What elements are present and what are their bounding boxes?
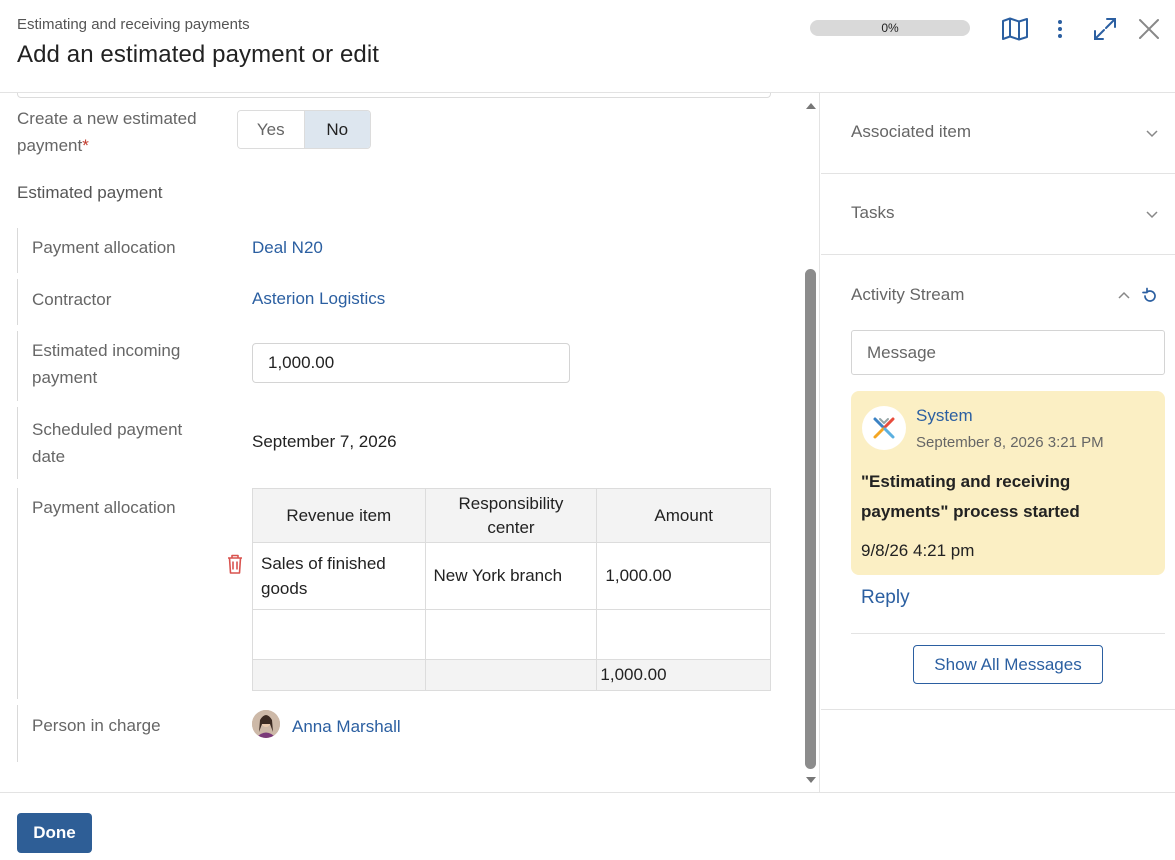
scheduled-date-label: Scheduled payment date [32, 416, 182, 470]
activity-stream-label: Activity Stream [851, 285, 965, 304]
table-row[interactable]: Sales of finished goods New York branch … [252, 542, 771, 610]
scheduled-label-line2: date [32, 447, 66, 466]
form-panel: Create a new estimated payment* Yes No E… [0, 93, 820, 793]
field-bar [17, 407, 18, 479]
column-header-amount: Amount [596, 488, 771, 543]
empty-cell[interactable] [596, 609, 771, 660]
total-empty-cell [252, 659, 426, 691]
person-in-charge-label: Person in charge [32, 716, 161, 735]
map-icon[interactable] [1000, 14, 1030, 44]
field-bar [17, 705, 18, 762]
create-new-label: Create a new estimated payment* [17, 105, 197, 159]
process-subtitle: Estimating and receiving payments [17, 16, 250, 33]
person-in-charge-link[interactable]: Anna Marshall [292, 717, 401, 737]
create-new-label-line2: payment [17, 136, 83, 155]
done-button[interactable]: Done [17, 813, 92, 853]
create-new-toggle[interactable]: Yes No [237, 110, 371, 149]
incoming-payment-input[interactable]: 1,000.00 [252, 343, 570, 383]
section-title: Estimated payment [17, 183, 163, 202]
page-title: Add an estimated payment or edit [17, 41, 380, 68]
divider [821, 709, 1175, 710]
column-header-revenue-item: Revenue item [252, 488, 426, 543]
message-text: "Estimating and receiving payments" proc… [861, 472, 1080, 521]
toggle-no[interactable]: No [304, 111, 370, 148]
message-author-link[interactable]: System [916, 406, 973, 426]
total-empty-cell [424, 659, 598, 691]
collapsed-section-edge [17, 93, 771, 98]
scheduled-date-value: September 7, 2026 [252, 432, 397, 451]
message-time: 9/8/26 4:21 pm [861, 541, 975, 560]
payment-allocation-label: Payment allocation [32, 238, 176, 257]
progress-label: 0% [881, 21, 899, 35]
field-bar [17, 488, 18, 699]
chevron-down-icon [1146, 130, 1158, 138]
expand-icon[interactable] [1090, 14, 1120, 44]
side-panel: Associated item Tasks Activity Stream Me… [821, 93, 1175, 793]
scroll-up-arrow[interactable] [804, 98, 818, 110]
amount-cell[interactable]: 1,000.00 [596, 542, 771, 610]
responsibility-center-cell[interactable]: New York branch [424, 542, 598, 610]
reply-link[interactable]: Reply [861, 587, 910, 609]
trash-icon[interactable] [225, 553, 245, 575]
incoming-label-line2: payment [32, 368, 98, 387]
field-bar [17, 279, 18, 325]
close-icon[interactable] [1134, 14, 1164, 44]
total-amount-cell: 1,000.00 [596, 659, 771, 691]
table-total-row: 1,000.00 [252, 659, 771, 691]
revenue-item-cell[interactable]: Sales of finished goods [252, 542, 426, 610]
divider [851, 633, 1165, 634]
required-mark: * [82, 136, 89, 155]
incoming-label-line1: Estimated incoming [32, 341, 181, 360]
scheduled-label-line1: Scheduled payment [32, 420, 183, 439]
deal-link[interactable]: Deal N20 [252, 238, 323, 258]
create-new-label-line1: Create a new estimated [17, 109, 197, 128]
table-empty-row[interactable] [252, 609, 771, 660]
message-input[interactable]: Message [851, 330, 1165, 375]
scroll-down-arrow[interactable] [804, 773, 818, 785]
contractor-link[interactable]: Asterion Logistics [252, 289, 385, 309]
field-bar [17, 228, 18, 273]
accordion-tasks[interactable]: Tasks [821, 174, 1175, 255]
show-all-messages-button[interactable]: Show All Messages [913, 645, 1103, 684]
column-header-responsibility-center: Responsibility center [424, 488, 598, 543]
toggle-yes[interactable]: Yes [238, 111, 305, 148]
header: Estimating and receiving payments Add an… [0, 0, 1175, 93]
table-header-row: Revenue item Responsibility center Amoun… [252, 488, 771, 543]
empty-cell[interactable] [424, 609, 598, 660]
footer: Done [0, 792, 1175, 860]
avatar [252, 710, 280, 738]
tasks-label: Tasks [851, 203, 895, 222]
message-date: September 8, 2026 3:21 PM [916, 434, 1104, 451]
contractor-label: Contractor [32, 290, 112, 309]
accordion-associated-item[interactable]: Associated item [821, 93, 1175, 174]
allocation-table-label: Payment allocation [32, 498, 176, 517]
associated-item-label: Associated item [851, 122, 971, 141]
incoming-payment-label: Estimated incoming payment [32, 337, 180, 391]
allocation-table: Revenue item Responsibility center Amoun… [252, 488, 771, 691]
activity-message-card: System September 8, 2026 3:21 PM "Estima… [851, 391, 1165, 575]
progress-bar: 0% [810, 20, 970, 36]
chevron-down-icon [1146, 211, 1158, 219]
chevron-up-icon[interactable] [1117, 289, 1131, 303]
scrollbar-thumb[interactable] [805, 269, 816, 769]
refresh-icon[interactable] [1141, 287, 1159, 305]
system-logo-icon [862, 406, 906, 450]
field-bar [17, 331, 18, 401]
empty-cell[interactable] [252, 609, 426, 660]
more-vertical-icon[interactable] [1045, 14, 1075, 44]
